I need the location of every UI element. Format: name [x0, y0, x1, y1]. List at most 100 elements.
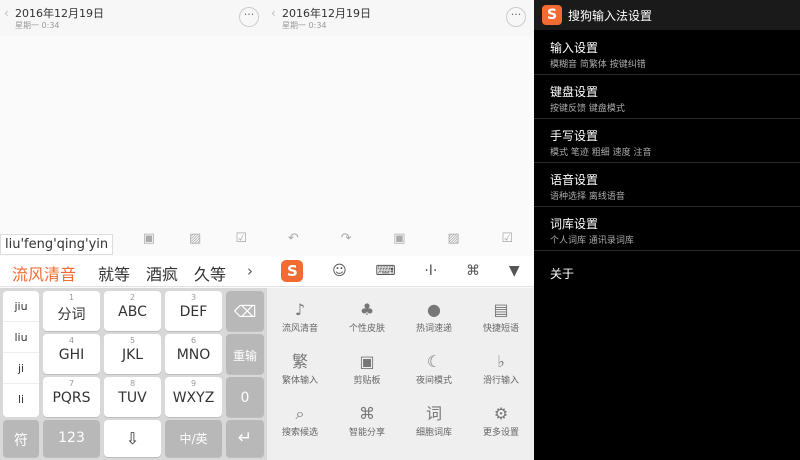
key-5[interactable]: 5 JKL [104, 334, 161, 374]
enter-key[interactable]: ↵ [226, 420, 264, 457]
more-options-button[interactable]: ··· [239, 7, 259, 27]
note-header: ‹ 2016年12月19日 星期一 0:34 ··· [0, 0, 267, 36]
tile-label: 繁体输入 [281, 376, 318, 386]
tile-clipboard[interactable]: ▣ 剪贴板 [334, 343, 400, 386]
emoji-icon[interactable]: ☺ [332, 263, 347, 279]
sogou-logo-icon: S [542, 5, 562, 25]
undo-icon[interactable]: ↶ [288, 231, 299, 246]
dictionary-icon: 词 [425, 404, 442, 423]
more-options-button[interactable]: ··· [506, 7, 526, 27]
backspace-icon: ⌫ [233, 302, 257, 321]
numbers-key[interactable]: 123 [43, 420, 100, 457]
symbol-key[interactable]: 符 [3, 420, 39, 457]
key-6[interactable]: 6 MNO [165, 334, 222, 374]
tile-wind-voice[interactable]: ♪ 流风清音 [267, 291, 333, 334]
pinyin-option[interactable]: ji [3, 353, 39, 384]
settings-item-voice[interactable]: 语音设置 语种选择 离线语音 [534, 163, 800, 207]
tile-label: 更多设置 [482, 428, 519, 438]
settings-item-name: 手写设置 [550, 129, 599, 143]
key-number: 7 [68, 379, 75, 388]
key-label: 中/英 [179, 432, 208, 446]
key-3[interactable]: 3 DEF [165, 291, 222, 331]
language-switch-key[interactable]: 中/英 [165, 420, 222, 457]
tile-label: 滑行输入 [482, 376, 519, 386]
tile-label: 热词速递 [415, 324, 452, 334]
key-label: GHI [58, 347, 85, 363]
space-key[interactable]: ⇩ [104, 420, 161, 457]
key-8[interactable]: 8 TUV [104, 377, 161, 417]
candidate-item[interactable]: 流风清音 [12, 261, 76, 285]
settings-item-dictionary[interactable]: 词库设置 个人词库 通讯录词库 [534, 207, 800, 251]
pinyin-option[interactable]: li [3, 384, 39, 415]
pinyin-option[interactable]: jiu [3, 291, 39, 322]
pinyin-option[interactable]: liu [3, 322, 39, 353]
note-screen-keyboard: ‹ 2016年12月19日 星期一 0:34 ··· ▣ ▨ ☑ liu'fen… [0, 0, 267, 460]
note-editor[interactable] [0, 36, 267, 221]
pinyin-side-column: jiu liu ji li [3, 291, 39, 417]
camera-icon[interactable]: ▣ [143, 231, 155, 246]
redo-icon[interactable]: ↷ [341, 231, 352, 246]
image-icon[interactable]: ▨ [447, 231, 459, 246]
tile-more-settings[interactable]: ⚙ 更多设置 [468, 395, 534, 438]
key-label: 0 [240, 390, 250, 406]
settings-item-input[interactable]: 输入设置 模糊音 简繁体 按键纠错 [534, 31, 800, 75]
key-9[interactable]: 9 WXYZ [165, 377, 222, 417]
traditional-char-icon: 繁 [291, 352, 308, 371]
key-1[interactable]: 1 分词 [43, 291, 100, 331]
back-chevron-icon[interactable]: ‹ [4, 6, 9, 20]
key-label: JKL [121, 347, 144, 363]
key-number: 8 [129, 379, 136, 388]
tile-quick-phrases[interactable]: ▤ 快捷短语 [468, 291, 534, 334]
checkbox-icon[interactable]: ☑ [235, 231, 247, 246]
keyboard-icon[interactable]: ⌨ [375, 263, 395, 279]
key-7[interactable]: 7 PQRS [43, 377, 100, 417]
candidate-item[interactable]: 就等 [98, 261, 130, 285]
settings-item-handwriting[interactable]: 手写设置 模式 笔迹 粗细 速度 注音 [534, 119, 800, 163]
tile-search-candidates[interactable]: ⌕ 搜索候选 [267, 395, 333, 438]
tile-swipe-input[interactable]: ♭ 滑行输入 [468, 343, 534, 386]
tile-label: 流风清音 [281, 324, 318, 334]
key-label: TUV [118, 390, 147, 406]
candidate-bar: 流风清音 就等 酒疯 久等 › [0, 256, 267, 287]
search-icon: ⌕ [295, 404, 305, 423]
key-label: ABC [118, 304, 147, 320]
checkbox-icon[interactable]: ☑ [501, 231, 513, 246]
key-0[interactable]: 0 [226, 377, 264, 417]
note-toolbar: ↶ ↷ ▣ ▨ ☑ [267, 223, 534, 253]
key-number: 3 [190, 293, 197, 302]
key-number: 1 [68, 293, 75, 302]
tile-hot-words[interactable]: ● 热词速递 [401, 291, 467, 334]
command-icon[interactable]: ⌘ [466, 263, 480, 279]
settings-screen: S 搜狗输入法设置 输入设置 模糊音 简繁体 按键纠错 键盘设置 按键反馈 键盘… [534, 0, 800, 460]
key-number: 2 [129, 293, 136, 302]
note-screen-tools: ‹ 2016年12月19日 星期一 0:34 ··· ↶ ↷ ▣ ▨ ☑ S ☺… [267, 0, 534, 460]
tile-traditional[interactable]: 繁 繁体输入 [267, 343, 333, 386]
camera-icon[interactable]: ▣ [393, 231, 405, 246]
candidate-item[interactable]: 久等 [194, 261, 226, 285]
key-4[interactable]: 4 GHI [43, 334, 100, 374]
note-date: 2016年12月19日 [15, 7, 104, 20]
settings-item-about[interactable]: 关于 [534, 251, 800, 295]
reinput-key[interactable]: 重输 [226, 334, 264, 374]
settings-item-keyboard[interactable]: 键盘设置 按键反馈 键盘模式 [534, 75, 800, 119]
cursor-move-icon[interactable]: ·I· [424, 263, 437, 279]
tile-skins[interactable]: ♣ 个性皮肤 [334, 291, 400, 334]
sogou-logo-icon[interactable]: S [281, 260, 304, 282]
delete-key[interactable]: ⌫ [226, 291, 264, 331]
note-editor[interactable] [267, 36, 534, 221]
swipe-icon: ♭ [497, 352, 505, 371]
t9-keyboard: jiu liu ji li 1 分词 2 ABC 3 DEF ⌫ 4 GHI 5… [0, 288, 267, 460]
tile-label: 个性皮肤 [348, 324, 385, 334]
tile-cell-dictionary[interactable]: 词 细胞词库 [401, 395, 467, 438]
tile-night-mode[interactable]: ☾ 夜间模式 [401, 343, 467, 386]
collapse-keyboard-icon[interactable]: ▼ [509, 263, 520, 279]
image-icon[interactable]: ▨ [189, 231, 201, 246]
tile-label: 细胞词库 [415, 428, 452, 438]
expand-candidates-icon[interactable]: › [247, 262, 253, 280]
tile-smart-share[interactable]: ⌘ 智能分享 [334, 395, 400, 438]
key-number: 5 [129, 336, 136, 345]
candidate-item[interactable]: 酒疯 [146, 261, 178, 285]
settings-header: S 搜狗输入法设置 [534, 0, 800, 30]
key-2[interactable]: 2 ABC [104, 291, 161, 331]
back-chevron-icon[interactable]: ‹ [271, 6, 276, 20]
